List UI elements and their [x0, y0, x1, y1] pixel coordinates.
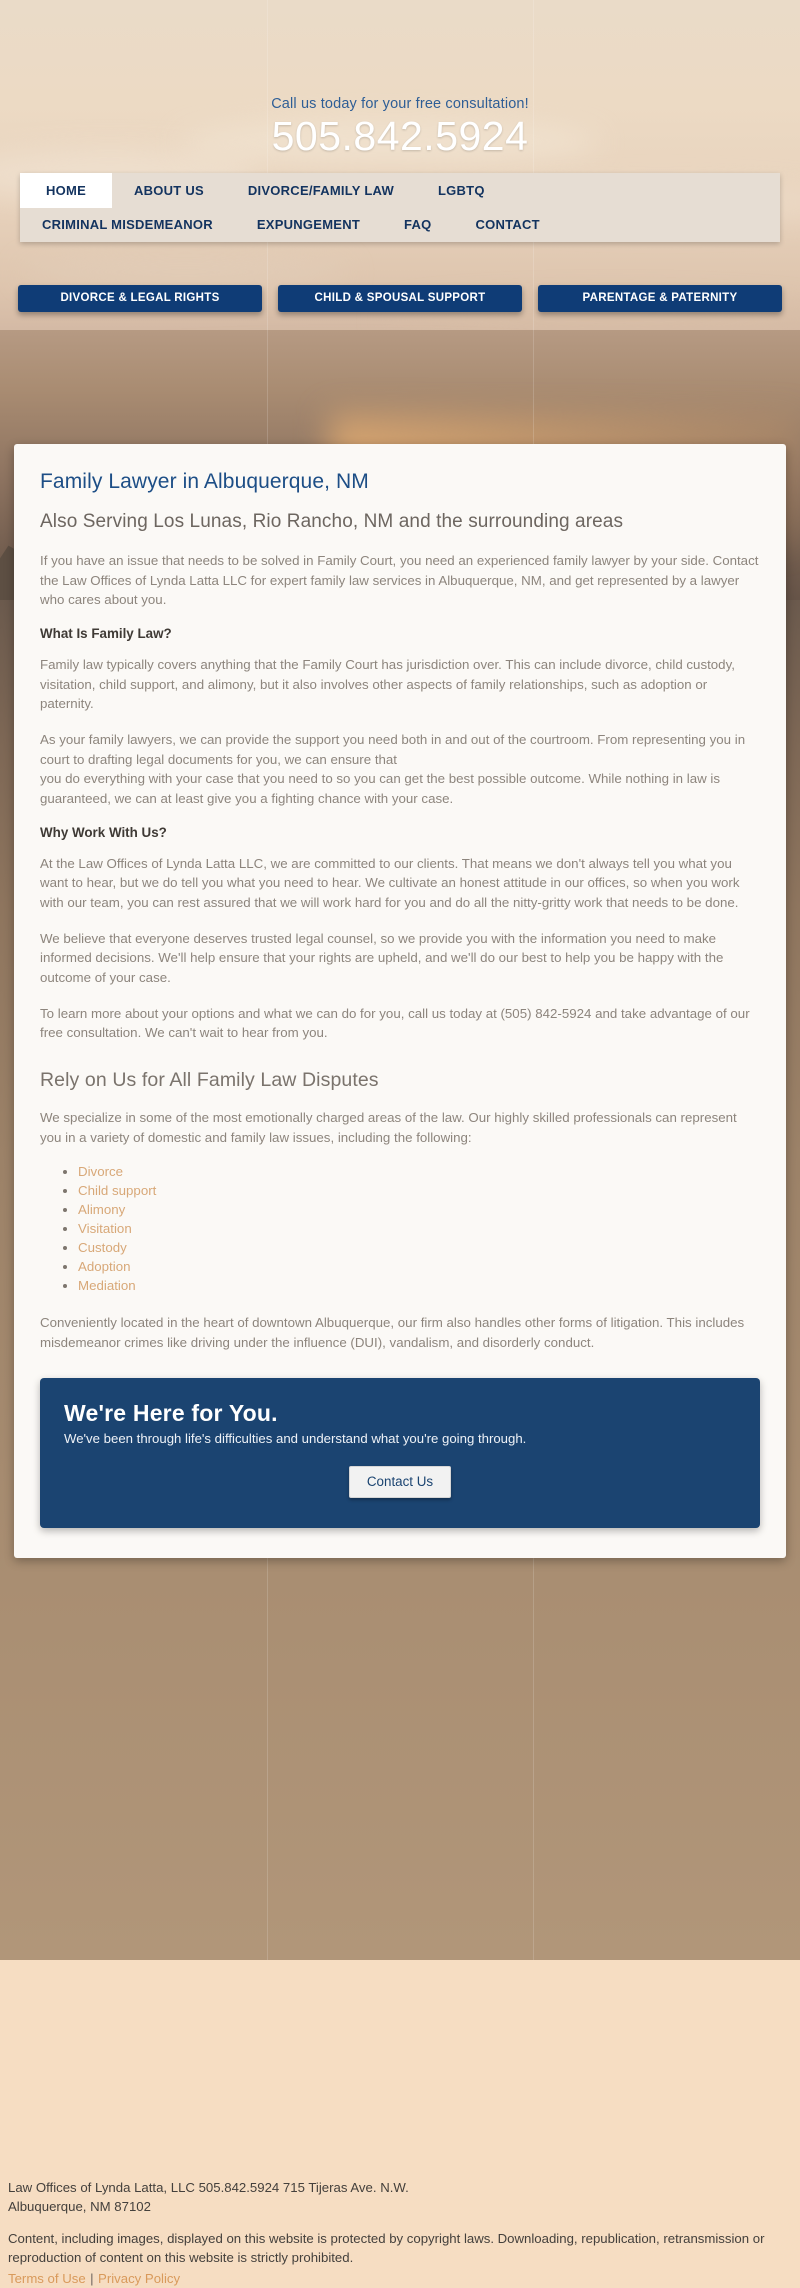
footer-link-separator: | [90, 2270, 94, 2286]
promo-button-row: Contact Us [64, 1466, 736, 1499]
list-item: Divorce [78, 1163, 760, 1181]
service-link-alimony[interactable]: Alimony [78, 1202, 125, 1217]
paragraph-family-law-2: As your family lawyers, we can provide t… [40, 731, 746, 806]
nav-item-about-us[interactable]: ABOUT US [112, 173, 226, 208]
list-item: Mediation [78, 1277, 760, 1295]
nav-item-criminal-misdemeanor[interactable]: CRIMINAL MISDEMEANOR [20, 208, 235, 242]
paragraph-family-law-1: Family law typically covers anything tha… [40, 656, 735, 712]
nav-item-lgbtq[interactable]: LGBTQ [416, 173, 507, 208]
privacy-policy-link[interactable]: Privacy Policy [98, 2271, 180, 2286]
list-item: Adoption [78, 1258, 760, 1276]
footer-link-row: Terms of Use | Privacy Policy [8, 2270, 792, 2288]
nav-item-expungement[interactable]: EXPUNGEMENT [235, 208, 382, 242]
practice-area-button-strip: DIVORCE & LEGAL RIGHTS CHILD & SPOUSAL S… [18, 284, 782, 312]
intro-paragraph: If you have an issue that needs to be so… [40, 552, 759, 608]
paragraph-closing: Conveniently located in the heart of dow… [40, 1314, 745, 1350]
service-link-mediation[interactable]: Mediation [78, 1278, 136, 1293]
list-item: Visitation [78, 1220, 760, 1238]
list-item: Custody [78, 1239, 760, 1257]
nav-item-contact[interactable]: CONTACT [454, 208, 562, 242]
list-item: Alimony [78, 1201, 760, 1219]
nav-item-faq[interactable]: FAQ [382, 208, 453, 242]
paragraph-rely: We specialize in some of the most emotio… [40, 1110, 737, 1145]
header-call-bar: Call us today for your free consultation… [0, 0, 800, 160]
header-phone-number[interactable]: 505.842.5924 [0, 113, 800, 160]
services-list: Divorce Child support Alimony Visitation… [40, 1163, 760, 1295]
nav-row-secondary: CRIMINAL MISDEMEANOR EXPUNGEMENT FAQ CON… [20, 208, 780, 242]
promo-callout-box: We're Here for You. We've been through l… [40, 1378, 760, 1529]
section-heading-rely-on-us: Rely on Us for All Family Law Disputes [40, 1069, 379, 1091]
cloud-shape [20, 255, 350, 289]
nav-item-divorce-family-law[interactable]: DIVORCE/FAMILY LAW [226, 173, 416, 208]
site-footer: Law Offices of Lynda Latta, LLC 505.842.… [0, 2178, 800, 2288]
list-item: Child support [78, 1182, 760, 1200]
terms-of-use-link[interactable]: Terms of Use [8, 2271, 86, 2286]
cta-parentage-paternity[interactable]: PARENTAGE & PATERNITY [538, 284, 782, 312]
consultation-tagline: Call us today for your free consultation… [271, 96, 529, 112]
service-link-custody[interactable]: Custody [78, 1240, 127, 1255]
page-subtitle: Also Serving Los Lunas, Rio Rancho, NM a… [40, 510, 624, 532]
nav-item-home[interactable]: HOME [20, 172, 112, 208]
promo-title: We're Here for You. [64, 1400, 278, 1427]
heading-what-is-family-law: What Is Family Law? [40, 625, 172, 641]
service-link-adoption[interactable]: Adoption [78, 1259, 131, 1274]
footer-copyright-notice: Content, including images, displayed on … [8, 2231, 765, 2266]
main-navigation: HOME ABOUT US DIVORCE/FAMILY LAW LGBTQ C… [20, 172, 780, 242]
promo-subtitle: We've been through life's difficulties a… [64, 1431, 527, 1447]
main-content-card: Family Lawyer in Albuquerque, NM Also Se… [14, 443, 786, 1559]
cta-divorce-legal-rights[interactable]: DIVORCE & LEGAL RIGHTS [18, 284, 262, 312]
cta-child-spousal-support[interactable]: CHILD & SPOUSAL SUPPORT [278, 284, 522, 312]
paragraph-why-2: We believe that everyone deserves truste… [40, 930, 724, 985]
service-link-divorce[interactable]: Divorce [78, 1164, 123, 1179]
service-link-visitation[interactable]: Visitation [78, 1221, 132, 1236]
footer-address: Law Offices of Lynda Latta, LLC 505.842.… [8, 2180, 409, 2215]
page-title: Family Lawyer in Albuquerque, NM [40, 469, 369, 493]
nav-row-primary: HOME ABOUT US DIVORCE/FAMILY LAW LGBTQ [20, 172, 780, 208]
contact-us-button[interactable]: Contact Us [348, 1466, 452, 1499]
service-link-child-support[interactable]: Child support [78, 1183, 156, 1198]
heading-why-work-with-us: Why Work With Us? [40, 824, 167, 840]
paragraph-why-3: To learn more about your options and wha… [40, 1005, 750, 1041]
paragraph-why-1: At the Law Offices of Lynda Latta LLC, w… [40, 855, 740, 910]
